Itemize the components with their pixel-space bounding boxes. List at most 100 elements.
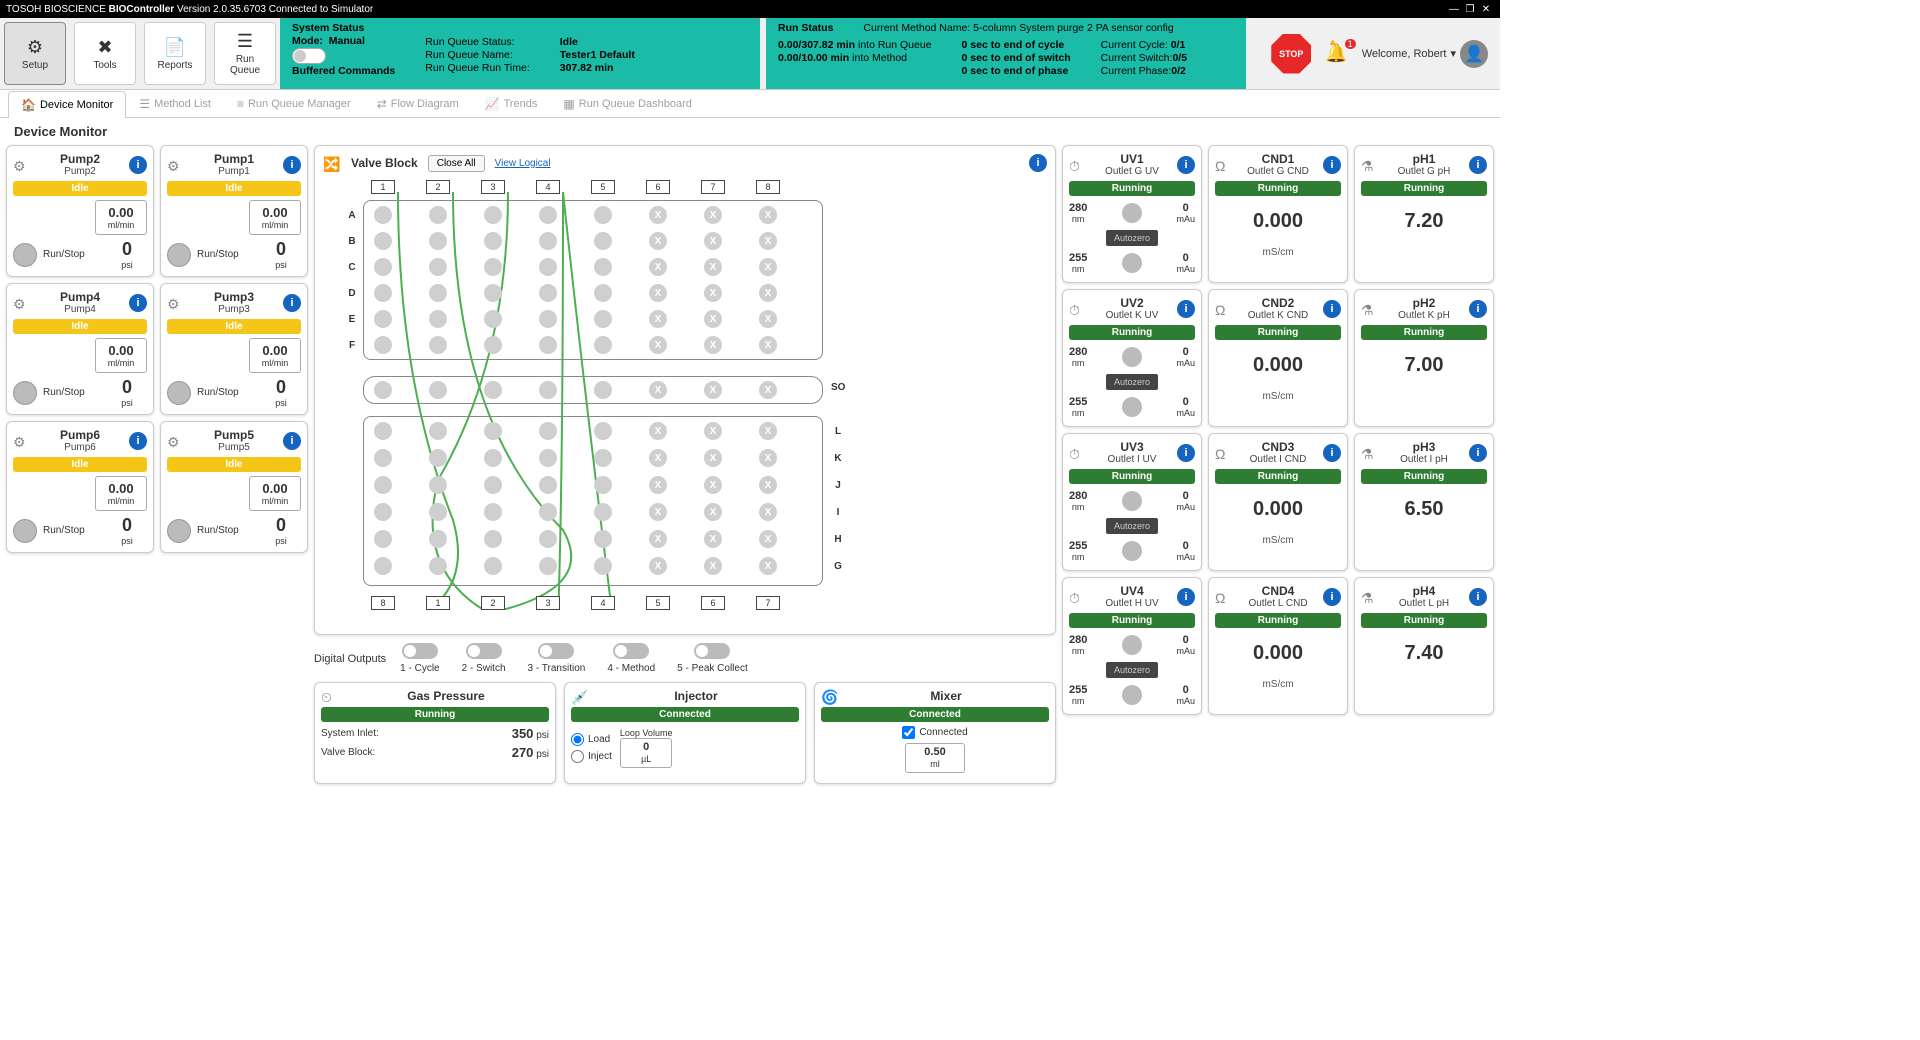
valve-dot-J3[interactable] xyxy=(484,476,502,494)
info-icon[interactable]: i xyxy=(1469,300,1487,318)
valve-dot-C1[interactable] xyxy=(374,258,392,276)
valve-dot-F4[interactable] xyxy=(539,336,557,354)
valve-dot-E6[interactable]: X xyxy=(649,310,667,328)
tab-flow-diagram[interactable]: ⇄Flow Diagram xyxy=(364,90,472,117)
valve-dot-B8[interactable]: X xyxy=(759,232,777,250)
tab-device-monitor[interactable]: 🏠Device Monitor xyxy=(8,91,126,118)
valve-dot-B7[interactable]: X xyxy=(704,232,722,250)
info-icon[interactable]: i xyxy=(1323,300,1341,318)
valve-dot-D4[interactable] xyxy=(539,284,557,302)
valve-dot-B2[interactable] xyxy=(429,232,447,250)
valve-dot-K6[interactable]: X xyxy=(649,449,667,467)
run-stop-button[interactable] xyxy=(13,519,37,543)
valve-dot-G3[interactable] xyxy=(484,557,502,575)
tab-run-queue-dashboard[interactable]: ▦Run Queue Dashboard xyxy=(550,90,704,117)
reports-button[interactable]: 📄Reports xyxy=(144,22,206,85)
maximize-icon[interactable]: ❐ xyxy=(1462,4,1478,15)
digout-toggle-5[interactable] xyxy=(694,643,730,659)
valve-dot-B3[interactable] xyxy=(484,232,502,250)
valve-dot-C3[interactable] xyxy=(484,258,502,276)
uv-dot[interactable] xyxy=(1122,347,1142,367)
valve-dot-C6[interactable]: X xyxy=(649,258,667,276)
view-logical-link[interactable]: View Logical xyxy=(495,158,551,169)
valve-dot-J8[interactable]: X xyxy=(759,476,777,494)
valve-dot-B5[interactable] xyxy=(594,232,612,250)
info-icon[interactable]: i xyxy=(1323,156,1341,174)
valve-dot-J1[interactable] xyxy=(374,476,392,494)
run-stop-button[interactable] xyxy=(13,381,37,405)
info-icon[interactable]: i xyxy=(1469,444,1487,462)
info-icon[interactable]: i xyxy=(1323,444,1341,462)
valve-dot-K1[interactable] xyxy=(374,449,392,467)
valve-dot-G7[interactable]: X xyxy=(704,557,722,575)
valve-dot-G6[interactable]: X xyxy=(649,557,667,575)
valve-dot-K4[interactable] xyxy=(539,449,557,467)
valve-dot-A1[interactable] xyxy=(374,206,392,224)
mixer-volume-field[interactable]: 0.50ml xyxy=(905,743,965,773)
autozero-button[interactable]: Autozero xyxy=(1106,662,1158,678)
valve-dot-B4[interactable] xyxy=(539,232,557,250)
valve-dot-C4[interactable] xyxy=(539,258,557,276)
valve-dot-J5[interactable] xyxy=(594,476,612,494)
valve-dot-SO2[interactable] xyxy=(429,381,447,399)
valve-dot-SO7[interactable]: X xyxy=(704,381,722,399)
valve-dot-L7[interactable]: X xyxy=(704,422,722,440)
valve-dot-SO4[interactable] xyxy=(539,381,557,399)
mixer-connected-checkbox[interactable]: Connected xyxy=(821,726,1049,739)
valve-dot-H5[interactable] xyxy=(594,530,612,548)
valve-dot-E1[interactable] xyxy=(374,310,392,328)
user-menu[interactable]: Welcome, Robert ▾ 👤 xyxy=(1362,40,1488,68)
uv-dot[interactable] xyxy=(1122,541,1142,561)
valve-dot-K3[interactable] xyxy=(484,449,502,467)
setup-button[interactable]: ⚙Setup xyxy=(4,22,66,85)
valve-dot-E5[interactable] xyxy=(594,310,612,328)
digout-toggle-4[interactable] xyxy=(613,643,649,659)
valve-dot-I6[interactable]: X xyxy=(649,503,667,521)
valve-dot-A7[interactable]: X xyxy=(704,206,722,224)
info-icon[interactable]: i xyxy=(1177,444,1195,462)
tab-trends[interactable]: 📈Trends xyxy=(472,90,551,117)
valve-dot-J6[interactable]: X xyxy=(649,476,667,494)
valve-dot-F8[interactable]: X xyxy=(759,336,777,354)
valve-dot-F7[interactable]: X xyxy=(704,336,722,354)
valve-dot-F3[interactable] xyxy=(484,336,502,354)
tab-run-queue-manager[interactable]: ≡Run Queue Manager xyxy=(224,90,364,117)
valve-dot-I3[interactable] xyxy=(484,503,502,521)
autozero-button[interactable]: Autozero xyxy=(1106,374,1158,390)
info-icon[interactable]: i xyxy=(1177,300,1195,318)
info-icon[interactable]: i xyxy=(1029,154,1047,172)
valve-dot-G1[interactable] xyxy=(374,557,392,575)
inject-radio[interactable]: Inject xyxy=(571,750,612,763)
valve-dot-D8[interactable]: X xyxy=(759,284,777,302)
tools-button[interactable]: ✖Tools xyxy=(74,22,136,85)
info-icon[interactable]: i xyxy=(1323,588,1341,606)
valve-dot-K5[interactable] xyxy=(594,449,612,467)
info-icon[interactable]: i xyxy=(1177,588,1195,606)
valve-dot-A2[interactable] xyxy=(429,206,447,224)
valve-dot-F2[interactable] xyxy=(429,336,447,354)
valve-dot-C7[interactable]: X xyxy=(704,258,722,276)
valve-dot-K8[interactable]: X xyxy=(759,449,777,467)
valve-dot-SO5[interactable] xyxy=(594,381,612,399)
uv-dot[interactable] xyxy=(1122,635,1142,655)
load-radio[interactable]: Load xyxy=(571,733,612,746)
valve-dot-B6[interactable]: X xyxy=(649,232,667,250)
valve-dot-J7[interactable]: X xyxy=(704,476,722,494)
valve-dot-K2[interactable] xyxy=(429,449,447,467)
valve-dot-G5[interactable] xyxy=(594,557,612,575)
valve-dot-L2[interactable] xyxy=(429,422,447,440)
valve-dot-K7[interactable]: X xyxy=(704,449,722,467)
close-icon[interactable]: ✕ xyxy=(1478,4,1494,15)
valve-dot-A6[interactable]: X xyxy=(649,206,667,224)
run-stop-button[interactable] xyxy=(167,519,191,543)
close-all-button[interactable]: Close All xyxy=(428,155,485,172)
valve-dot-H6[interactable]: X xyxy=(649,530,667,548)
info-icon[interactable]: i xyxy=(129,294,147,312)
valve-dot-L8[interactable]: X xyxy=(759,422,777,440)
autozero-button[interactable]: Autozero xyxy=(1106,230,1158,246)
valve-dot-E8[interactable]: X xyxy=(759,310,777,328)
valve-dot-I2[interactable] xyxy=(429,503,447,521)
digout-toggle-1[interactable] xyxy=(402,643,438,659)
valve-dot-D1[interactable] xyxy=(374,284,392,302)
info-icon[interactable]: i xyxy=(283,294,301,312)
